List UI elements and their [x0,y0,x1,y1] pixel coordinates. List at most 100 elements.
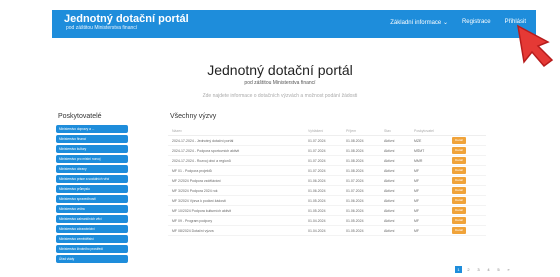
page-link[interactable]: 4 [485,266,492,273]
cell-provider: MF [414,168,420,173]
page-link[interactable]: 5 [495,266,502,273]
cell-action: Detail [452,147,486,154]
table-row[interactable]: 2024-17-2024 - Podpora sportovních aktiv… [168,146,486,156]
nav-link-basic-info[interactable]: Základní informace ⌄ [390,19,448,26]
calls-title: Všechny výzvy [170,113,217,120]
table-row[interactable]: MF 08/2024 Dotační výzva 01.04.2024 01.05.… [168,226,486,236]
table-row[interactable]: 2024-17-2024 - Jednotný dotační portál 01… [168,136,486,146]
provider-item[interactable]: Ministerstvo průmyslu [56,185,128,193]
cell-action: Detail [452,227,486,234]
cell-action: Detail [452,207,486,214]
detail-button[interactable]: Detail [452,157,466,164]
page-description: Zde najdete informace o dotačních výzvác… [202,93,358,99]
cell-provider: MF [414,178,420,183]
column-header-provider[interactable]: Poskytovatel [414,129,452,133]
cell-provider: MF [414,188,420,193]
page-link[interactable]: » [505,266,512,273]
table-row[interactable]: MF 2/2024 Podpora vzdělávání 01.06.2024 01… [168,176,486,186]
cell-intake: 01.08.2024 [346,158,364,163]
provider-item[interactable]: Ministerstvo zemědělství [56,235,128,243]
table-row[interactable]: MF 09 - Program podpory 01.04.2024 01.05.2… [168,216,486,226]
cell-status: Aktivní [384,218,395,223]
provider-item[interactable]: Ministerstvo dopravy a ... [56,125,128,133]
provider-item[interactable]: Ministerstvo obrany [56,165,128,173]
top-navbar: Jednotný dotační portál pod záštitou Min… [52,10,536,38]
cell-provider: MF [414,208,420,213]
detail-button[interactable]: Detail [452,207,466,214]
page-link[interactable]: 3 [475,266,482,273]
cell-status: Aktivní [384,148,395,153]
cell-status: Aktivní [384,198,395,203]
cell-action: Detail [452,187,486,194]
cell-name: 2024-17-2024 - Podpora sportovních aktiv… [172,148,240,153]
column-header-name[interactable]: Název [168,129,308,133]
detail-button[interactable]: Detail [452,177,466,184]
page-link[interactable]: 1 [455,266,462,273]
table-row[interactable]: MF 3/2024 Podpora 2024 rok 01.06.2024 01.0… [168,186,486,196]
column-header-announced[interactable]: Vyhlášení [308,129,346,133]
cell-status: Aktivní [384,158,395,163]
provider-item[interactable]: Ministerstvo pro místní rozvoj [56,155,128,163]
cell-action: Detail [452,197,486,204]
detail-button[interactable]: Detail [452,217,466,224]
nav-link-registration[interactable]: Registrace [462,19,491,26]
pagination: 1 2 3 4 5» [455,266,512,273]
cell-name: MF 08/2024 Dotační výzva [172,228,214,233]
cell-name: MF 3/2024 Podpora 2024 rok [172,188,218,193]
detail-button[interactable]: Detail [452,187,466,194]
cell-announced: 01.05.2024 [308,208,326,213]
cell-intake: 01.06.2024 [346,198,364,203]
table-row[interactable]: MF 01 - Podpora projektů 01.07.2024 01.08.… [168,166,486,176]
detail-button[interactable]: Detail [452,167,466,174]
provider-item[interactable]: Ministerstvo vnitra [56,205,128,213]
provider-item[interactable]: Ministerstvo práce a sociálních věcí [56,175,128,183]
cell-provider: MF [414,228,420,233]
cell-status: Aktivní [384,178,395,183]
page-title: Jednotný dotační portál [207,62,353,78]
column-header-status[interactable]: Stav [384,129,414,133]
provider-item[interactable]: Ministerstvo zahraničních věcí [56,215,128,223]
cell-name: MF 01 - Podpora projektů [172,168,212,173]
table-row[interactable]: MF 3/2024 Výzva k podání žádostí 01.05.20… [168,196,486,206]
provider-list: Ministerstvo dopravy a ... Ministerstvo … [56,125,128,265]
cell-announced: 01.07.2024 [308,168,326,173]
cell-name: MF 10/2024 Podpora kulturních aktivit [172,208,231,213]
column-header-intake[interactable]: Příjem [346,129,384,133]
provider-item[interactable]: Ministerstvo životního prostředí [56,245,128,253]
cell-provider: MF [414,218,420,223]
cell-announced: 01.07.2024 [308,158,326,163]
cell-provider: MŠMT [414,148,425,153]
provider-item[interactable]: Ministerstvo financí [56,135,128,143]
cell-name: 2024-17-2024 - Jednotný dotační portál [172,138,234,143]
brand-subtitle: pod záštitou Ministerstva financí [66,25,138,31]
provider-item[interactable]: Úřad vlády [56,255,128,263]
cell-intake: 01.07.2024 [346,178,364,183]
page-subtitle: pod záštitou Ministerstva financí [244,80,316,86]
provider-item[interactable]: Ministerstvo zdravotnictví [56,225,128,233]
cell-action: Detail [452,167,486,174]
provider-item[interactable]: Ministerstvo kultury [56,145,128,153]
page-link[interactable]: 2 [465,266,472,273]
table-row[interactable]: MF 10/2024 Podpora kulturních aktivit 01.… [168,206,486,216]
calls-table: Název Vyhlášení Příjem Stav Poskytovatel… [168,126,486,236]
table-body: 2024-17-2024 - Jednotný dotační portál 01… [168,136,486,236]
brand[interactable]: Jednotný dotační portál pod záštitou Min… [64,13,189,32]
cell-provider: MMR [414,158,423,163]
detail-button[interactable]: Detail [452,197,466,204]
detail-button[interactable]: Detail [452,227,466,234]
table-header: Název Vyhlášení Příjem Stav Poskytovatel [168,126,486,136]
cell-announced: 01.04.2024 [308,228,326,233]
cell-provider: MF [414,198,420,203]
detail-button[interactable]: Detail [452,137,466,144]
detail-button[interactable]: Detail [452,147,466,154]
cell-announced: 01.07.2024 [308,138,326,143]
provider-item[interactable]: Ministerstvo spravedlnosti [56,195,128,203]
cell-action: Detail [452,177,486,184]
cell-intake: 01.07.2024 [346,188,364,193]
cell-status: Aktivní [384,208,395,213]
table-row[interactable]: 2024-17-2024 - Rozvoj obcí a regionů 01.0… [168,156,486,166]
brand-title[interactable]: Jednotný dotační portál [64,13,189,25]
cell-status: Aktivní [384,138,395,143]
cell-intake: 01.06.2024 [346,208,364,213]
cell-action: Detail [452,137,486,144]
